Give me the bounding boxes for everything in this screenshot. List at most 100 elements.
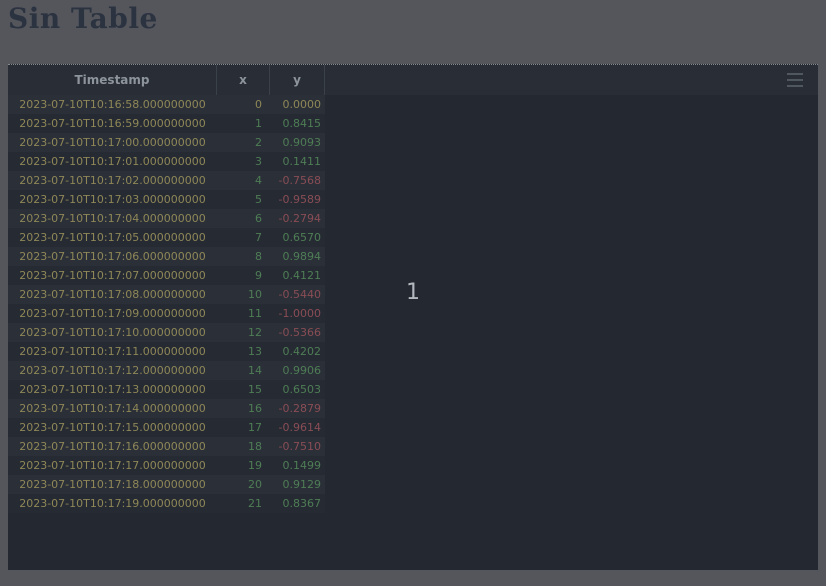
cell-timestamp: 2023-07-10T10:17:05.000000000 bbox=[8, 228, 217, 247]
table-row: 2023-07-10T10:17:07.00000000090.4121 bbox=[8, 266, 325, 285]
cell-y: 0.4202 bbox=[270, 342, 325, 361]
cell-x: 0 bbox=[217, 95, 270, 114]
cell-x: 10 bbox=[217, 285, 270, 304]
cell-y: 0.4121 bbox=[270, 266, 325, 285]
cell-y: 0.6570 bbox=[270, 228, 325, 247]
table-row: 2023-07-10T10:17:16.00000000018-0.7510 bbox=[8, 437, 325, 456]
cell-y: 0.8367 bbox=[270, 494, 325, 513]
cell-timestamp: 2023-07-10T10:17:09.000000000 bbox=[8, 304, 217, 323]
cell-timestamp: 2023-07-10T10:17:08.000000000 bbox=[8, 285, 217, 304]
cell-x: 16 bbox=[217, 399, 270, 418]
cell-timestamp: 2023-07-10T10:17:18.000000000 bbox=[8, 475, 217, 494]
cell-y: -0.9589 bbox=[270, 190, 325, 209]
cell-timestamp: 2023-07-10T10:16:58.000000000 bbox=[8, 95, 217, 114]
column-header-x[interactable]: x bbox=[217, 65, 270, 95]
cell-x: 3 bbox=[217, 152, 270, 171]
cell-x: 21 bbox=[217, 494, 270, 513]
cell-y: 0.9906 bbox=[270, 361, 325, 380]
cell-timestamp: 2023-07-10T10:17:04.000000000 bbox=[8, 209, 217, 228]
cell-y: -0.9614 bbox=[270, 418, 325, 437]
overlay-number: 1 bbox=[393, 280, 433, 305]
cell-y: -0.5366 bbox=[270, 323, 325, 342]
cell-y: 0.9129 bbox=[270, 475, 325, 494]
cell-timestamp: 2023-07-10T10:17:06.000000000 bbox=[8, 247, 217, 266]
cell-x: 12 bbox=[217, 323, 270, 342]
table-row: 2023-07-10T10:17:06.00000000080.9894 bbox=[8, 247, 325, 266]
cell-x: 4 bbox=[217, 171, 270, 190]
cell-x: 6 bbox=[217, 209, 270, 228]
table-row: 2023-07-10T10:17:02.0000000004-0.7568 bbox=[8, 171, 325, 190]
page-title: Sin Table bbox=[8, 2, 158, 35]
table-row: 2023-07-10T10:17:00.00000000020.9093 bbox=[8, 133, 325, 152]
cell-x: 15 bbox=[217, 380, 270, 399]
cell-y: -1.0000 bbox=[270, 304, 325, 323]
cell-x: 5 bbox=[217, 190, 270, 209]
cell-x: 2 bbox=[217, 133, 270, 152]
cell-timestamp: 2023-07-10T10:16:59.000000000 bbox=[8, 114, 217, 133]
dashboard: { "page": { "title": "Sin Table" }, "pan… bbox=[0, 0, 826, 586]
column-header-timestamp[interactable]: Timestamp bbox=[8, 65, 217, 95]
cell-x: 9 bbox=[217, 266, 270, 285]
cell-x: 17 bbox=[217, 418, 270, 437]
cell-x: 8 bbox=[217, 247, 270, 266]
cell-y: 0.1411 bbox=[270, 152, 325, 171]
cell-timestamp: 2023-07-10T10:17:11.000000000 bbox=[8, 342, 217, 361]
cell-x: 20 bbox=[217, 475, 270, 494]
cell-y: -0.2794 bbox=[270, 209, 325, 228]
table-row: 2023-07-10T10:17:12.000000000140.9906 bbox=[8, 361, 325, 380]
panel-menu-button[interactable] bbox=[787, 73, 803, 88]
table-row: 2023-07-10T10:16:58.00000000000.0000 bbox=[8, 95, 325, 114]
cell-timestamp: 2023-07-10T10:17:15.000000000 bbox=[8, 418, 217, 437]
cell-timestamp: 2023-07-10T10:17:13.000000000 bbox=[8, 380, 217, 399]
table-row: 2023-07-10T10:17:13.000000000150.6503 bbox=[8, 380, 325, 399]
cell-x: 7 bbox=[217, 228, 270, 247]
cell-timestamp: 2023-07-10T10:17:19.000000000 bbox=[8, 494, 217, 513]
table-row: 2023-07-10T10:17:04.0000000006-0.2794 bbox=[8, 209, 325, 228]
cell-x: 1 bbox=[217, 114, 270, 133]
table-row: 2023-07-10T10:17:05.00000000070.6570 bbox=[8, 228, 325, 247]
cell-y: -0.5440 bbox=[270, 285, 325, 304]
cell-y: -0.7568 bbox=[270, 171, 325, 190]
column-header-y[interactable]: y bbox=[270, 65, 325, 95]
sin-table-panel: Timestamp x y 2023-07-10T10:16:58.000000… bbox=[8, 64, 818, 570]
cell-timestamp: 2023-07-10T10:17:07.000000000 bbox=[8, 266, 217, 285]
table-row: 2023-07-10T10:17:18.000000000200.9129 bbox=[8, 475, 325, 494]
table-row: 2023-07-10T10:17:17.000000000190.1499 bbox=[8, 456, 325, 475]
table-row: 2023-07-10T10:17:01.00000000030.1411 bbox=[8, 152, 325, 171]
hamburger-icon bbox=[787, 85, 803, 87]
cell-timestamp: 2023-07-10T10:17:16.000000000 bbox=[8, 437, 217, 456]
cell-timestamp: 2023-07-10T10:17:02.000000000 bbox=[8, 171, 217, 190]
cell-x: 18 bbox=[217, 437, 270, 456]
cell-x: 13 bbox=[217, 342, 270, 361]
cell-y: 0.6503 bbox=[270, 380, 325, 399]
table-row: 2023-07-10T10:17:09.00000000011-1.0000 bbox=[8, 304, 325, 323]
table-row: 2023-07-10T10:17:15.00000000017-0.9614 bbox=[8, 418, 325, 437]
table-row: 2023-07-10T10:17:19.000000000210.8367 bbox=[8, 494, 325, 513]
cell-x: 19 bbox=[217, 456, 270, 475]
cell-x: 14 bbox=[217, 361, 270, 380]
table-row: 2023-07-10T10:17:14.00000000016-0.2879 bbox=[8, 399, 325, 418]
cell-y: -0.2879 bbox=[270, 399, 325, 418]
cell-timestamp: 2023-07-10T10:17:00.000000000 bbox=[8, 133, 217, 152]
table-row: 2023-07-10T10:17:03.0000000005-0.9589 bbox=[8, 190, 325, 209]
table-header-spacer bbox=[325, 65, 818, 95]
cell-timestamp: 2023-07-10T10:17:10.000000000 bbox=[8, 323, 217, 342]
cell-timestamp: 2023-07-10T10:17:12.000000000 bbox=[8, 361, 217, 380]
cell-y: -0.7510 bbox=[270, 437, 325, 456]
table-row: 2023-07-10T10:17:08.00000000010-0.5440 bbox=[8, 285, 325, 304]
table-row: 2023-07-10T10:17:10.00000000012-0.5366 bbox=[8, 323, 325, 342]
cell-timestamp: 2023-07-10T10:17:01.000000000 bbox=[8, 152, 217, 171]
cell-timestamp: 2023-07-10T10:17:14.000000000 bbox=[8, 399, 217, 418]
table-row: 2023-07-10T10:17:11.000000000130.4202 bbox=[8, 342, 325, 361]
cell-y: 0.8415 bbox=[270, 114, 325, 133]
table-row: 2023-07-10T10:16:59.00000000010.8415 bbox=[8, 114, 325, 133]
cell-y: 0.1499 bbox=[270, 456, 325, 475]
hamburger-icon bbox=[787, 79, 803, 81]
cell-y: 0.9894 bbox=[270, 247, 325, 266]
table-header: Timestamp x y bbox=[8, 65, 818, 95]
hamburger-icon bbox=[787, 73, 803, 75]
cell-timestamp: 2023-07-10T10:17:17.000000000 bbox=[8, 456, 217, 475]
cell-y: 0.0000 bbox=[270, 95, 325, 114]
cell-timestamp: 2023-07-10T10:17:03.000000000 bbox=[8, 190, 217, 209]
cell-x: 11 bbox=[217, 304, 270, 323]
